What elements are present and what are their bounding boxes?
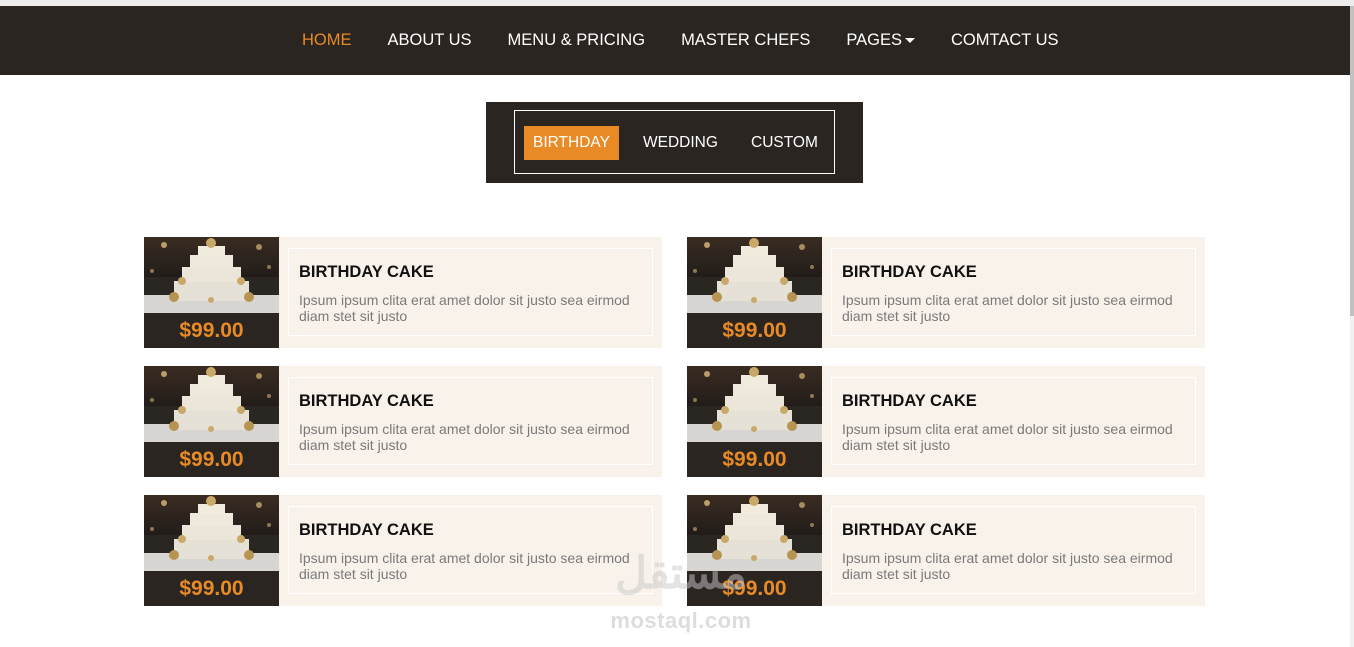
- item-title: BIRTHDAY CAKE: [842, 263, 977, 281]
- category-tabs: BIRTHDAY WEDDING CUSTOM: [486, 102, 863, 183]
- item-description: Ipsum ipsum clita erat amet dolor sit ju…: [299, 421, 630, 453]
- scrollbar-thumb[interactable]: [1350, 6, 1354, 316]
- item-price: $99.00: [179, 319, 244, 342]
- item-thumbnail: $99.00: [144, 366, 279, 477]
- nav-pages-label: PAGES: [846, 31, 902, 49]
- item-info: BIRTHDAY CAKE Ipsum ipsum clita erat ame…: [831, 506, 1196, 594]
- item-thumbnail: $99.00: [144, 495, 279, 606]
- nav-menu: HOME ABOUT US MENU & PRICING MASTER CHEF…: [302, 31, 1095, 50]
- tab-wedding[interactable]: WEDDING: [643, 126, 718, 160]
- nav-about-us[interactable]: ABOUT US: [388, 31, 472, 50]
- tab-custom[interactable]: CUSTOM: [751, 126, 818, 160]
- item-title: BIRTHDAY CAKE: [299, 392, 434, 410]
- nav-master-chefs[interactable]: MASTER CHEFS: [681, 31, 810, 50]
- menu-item-card[interactable]: $99.00 BIRTHDAY CAKE Ipsum ipsum clita e…: [687, 366, 1205, 477]
- item-price: $99.00: [179, 448, 244, 471]
- tab-birthday[interactable]: BIRTHDAY: [524, 126, 619, 160]
- cake-image: [144, 495, 279, 571]
- page-scrollbar[interactable]: [1350, 6, 1354, 647]
- item-price: $99.00: [179, 577, 244, 600]
- nav-menu-pricing[interactable]: MENU & PRICING: [508, 31, 646, 50]
- item-thumbnail: $99.00: [687, 366, 822, 477]
- menu-item-card[interactable]: $99.00 BIRTHDAY CAKE Ipsum ipsum clita e…: [144, 237, 662, 348]
- menu-item-card[interactable]: $99.00 BIRTHDAY CAKE Ipsum ipsum clita e…: [687, 237, 1205, 348]
- cake-image: [687, 366, 822, 442]
- top-navbar: HOME ABOUT US MENU & PRICING MASTER CHEF…: [0, 6, 1350, 75]
- item-price: $99.00: [722, 448, 787, 471]
- menu-item-card[interactable]: $99.00 BIRTHDAY CAKE Ipsum ipsum clita e…: [144, 366, 662, 477]
- item-info: BIRTHDAY CAKE Ipsum ipsum clita erat ame…: [831, 248, 1196, 336]
- item-info: BIRTHDAY CAKE Ipsum ipsum clita erat ame…: [288, 377, 653, 465]
- item-thumbnail: $99.00: [687, 237, 822, 348]
- item-description: Ipsum ipsum clita erat amet dolor sit ju…: [842, 421, 1173, 453]
- category-tabs-frame: BIRTHDAY WEDDING CUSTOM: [514, 110, 835, 174]
- item-price: $99.00: [722, 319, 787, 342]
- nav-contact-us[interactable]: COMTACT US: [951, 31, 1059, 50]
- item-info: BIRTHDAY CAKE Ipsum ipsum clita erat ame…: [831, 377, 1196, 465]
- caret-down-icon: [904, 38, 915, 43]
- item-description: Ipsum ipsum clita erat amet dolor sit ju…: [842, 292, 1173, 324]
- mostaql-watermark: مستقل mostaql.com: [596, 548, 766, 638]
- item-title: BIRTHDAY CAKE: [299, 263, 434, 281]
- item-thumbnail: $99.00: [144, 237, 279, 348]
- item-description: Ipsum ipsum clita erat amet dolor sit ju…: [299, 292, 630, 324]
- cake-image: [144, 237, 279, 313]
- menu-item-card[interactable]: $99.00 BIRTHDAY CAKE Ipsum ipsum clita e…: [144, 495, 662, 606]
- watermark-latin-text: mostaql.com: [610, 608, 752, 633]
- nav-home[interactable]: HOME: [302, 31, 352, 50]
- item-title: BIRTHDAY CAKE: [842, 521, 977, 539]
- item-info: BIRTHDAY CAKE Ipsum ipsum clita erat ame…: [288, 248, 653, 336]
- nav-pages[interactable]: PAGES: [846, 31, 915, 50]
- item-description: Ipsum ipsum clita erat amet dolor sit ju…: [842, 550, 1173, 582]
- cake-image: [144, 366, 279, 442]
- cake-image: [687, 237, 822, 313]
- item-title: BIRTHDAY CAKE: [299, 521, 434, 539]
- watermark-arabic-text: مستقل: [615, 549, 747, 598]
- item-title: BIRTHDAY CAKE: [842, 392, 977, 410]
